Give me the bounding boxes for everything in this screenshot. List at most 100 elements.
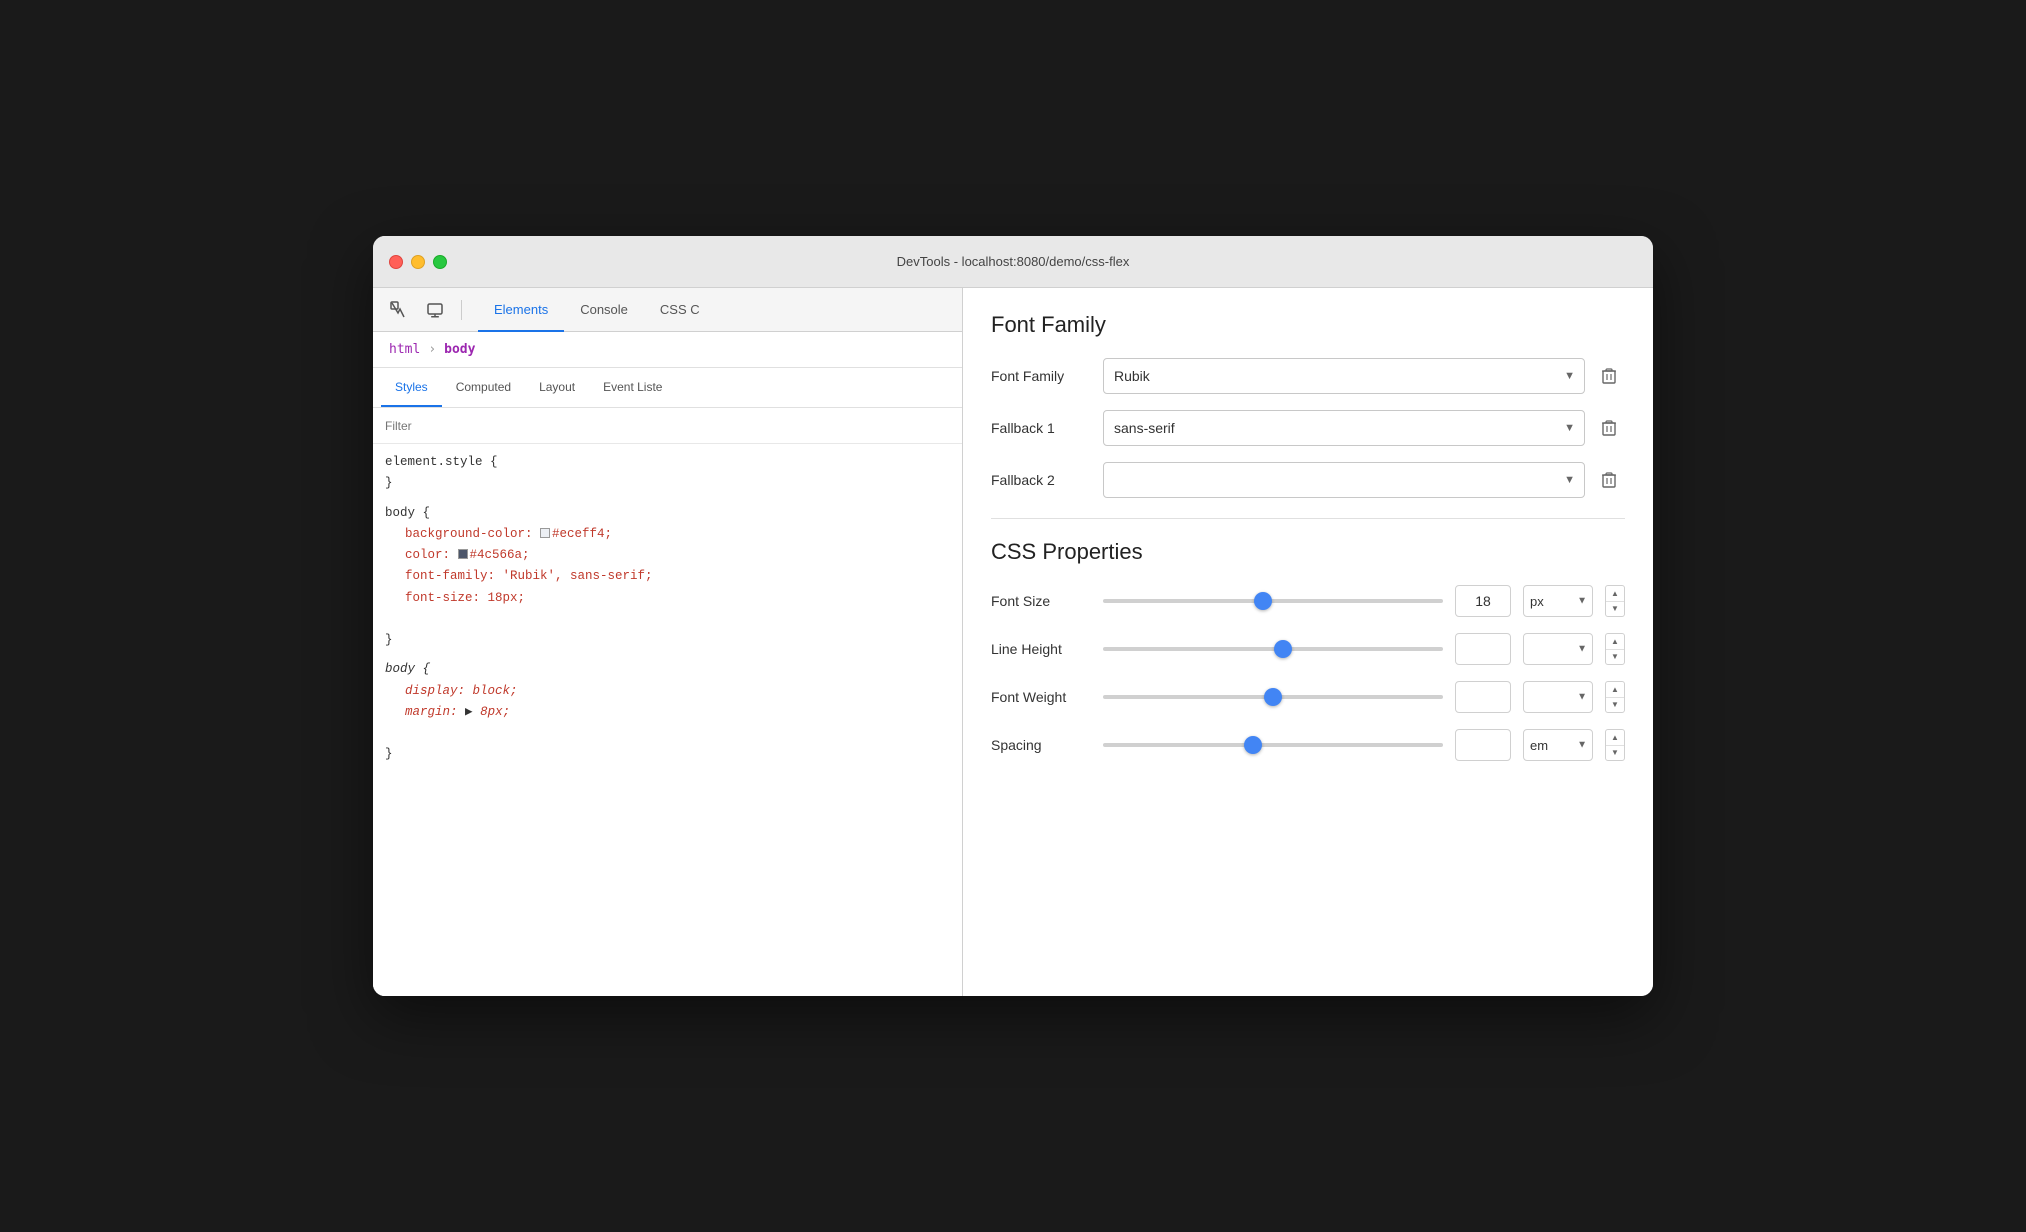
- left-panel: Elements Console CSS C html › body: [373, 288, 963, 996]
- spacing-stepper[interactable]: ▲ ▼: [1605, 729, 1625, 761]
- css-editor[interactable]: element.style { } body { background-colo…: [373, 444, 962, 996]
- spacing-slider[interactable]: [1103, 743, 1443, 747]
- css-value-color: #4c566a;: [470, 548, 530, 562]
- minimize-button[interactable]: [411, 255, 425, 269]
- spacing-row: Spacing em px rem ▼ ▲: [991, 729, 1625, 761]
- spacing-unit-select[interactable]: em px rem: [1523, 729, 1593, 761]
- fallback2-select[interactable]: sans-serif serif: [1103, 462, 1585, 498]
- font-weight-row: Font Weight 400 700 ▼ ▲: [991, 681, 1625, 713]
- traffic-lights: [389, 255, 447, 269]
- font-family-select[interactable]: Rubik Arial Georgia: [1103, 358, 1585, 394]
- inspector-icon[interactable]: [385, 296, 413, 324]
- font-size-increment-button[interactable]: ▲: [1606, 586, 1624, 602]
- color-swatch-color[interactable]: [458, 549, 468, 559]
- filter-bar: [373, 408, 962, 444]
- css-rule-element-style: element.style { }: [385, 452, 950, 495]
- font-family-delete-button[interactable]: [1593, 360, 1625, 392]
- line-height-input[interactable]: [1455, 633, 1511, 665]
- fallback1-select-container: sans-serif serif monospace ▼: [1103, 410, 1625, 446]
- font-family-select-wrapper: Rubik Arial Georgia ▼: [1103, 358, 1585, 394]
- color-swatch-bg[interactable]: [540, 528, 550, 538]
- line-height-slider[interactable]: [1103, 647, 1443, 651]
- section-divider: [991, 518, 1625, 519]
- right-panel: Font Family Font Family Rubik Arial Geor…: [963, 288, 1653, 996]
- css-prop-color: color: #4c566a;: [385, 545, 950, 566]
- font-size-thumb[interactable]: [1254, 592, 1272, 610]
- font-weight-decrement-button[interactable]: ▼: [1606, 698, 1624, 713]
- css-prop-font-family: font-family: 'Rubik', sans-serif;: [385, 566, 950, 587]
- breadcrumb-separator: ›: [428, 342, 436, 357]
- sub-tab-layout[interactable]: Layout: [525, 367, 589, 407]
- font-family-select-container: Rubik Arial Georgia ▼: [1103, 358, 1625, 394]
- font-family-label: Font Family: [991, 368, 1091, 384]
- tab-elements[interactable]: Elements: [478, 288, 564, 332]
- fallback2-label: Fallback 2: [991, 472, 1091, 488]
- css-close-brace2: }: [385, 633, 393, 647]
- tab-css[interactable]: CSS C: [644, 288, 716, 332]
- spacing-input[interactable]: [1455, 729, 1511, 761]
- line-height-decrement-button[interactable]: ▼: [1606, 650, 1624, 665]
- css-prop-font-size: font-size: 18px;: [385, 588, 950, 609]
- devtools-window: DevTools - localhost:8080/demo/css-flex: [373, 236, 1653, 996]
- line-height-increment-button[interactable]: ▲: [1606, 634, 1624, 650]
- css-prop-bg: background-color: #eceff4;: [385, 524, 950, 545]
- css-value-bg: #eceff4;: [552, 527, 612, 541]
- css-properties-section: CSS Properties Font Size px em rem %: [991, 539, 1625, 761]
- fallback2-row: Fallback 2 sans-serif serif ▼: [991, 462, 1625, 498]
- breadcrumb-html[interactable]: html: [389, 342, 420, 357]
- font-weight-slider[interactable]: [1103, 695, 1443, 699]
- font-weight-stepper[interactable]: ▲ ▼: [1605, 681, 1625, 713]
- line-height-unit-select[interactable]: px em: [1523, 633, 1593, 665]
- font-size-stepper[interactable]: ▲ ▼: [1605, 585, 1625, 617]
- font-family-title: Font Family: [991, 312, 1625, 338]
- titlebar: DevTools - localhost:8080/demo/css-flex: [373, 236, 1653, 288]
- font-weight-thumb[interactable]: [1264, 688, 1282, 706]
- font-weight-increment-button[interactable]: ▲: [1606, 682, 1624, 698]
- css-selector: element.style {: [385, 455, 498, 469]
- css-prop-display: display: block;: [385, 681, 950, 702]
- css-selector-italic: body {: [385, 662, 430, 676]
- toolbar-divider: [461, 300, 462, 320]
- font-size-label: Font Size: [991, 593, 1091, 609]
- fallback1-select[interactable]: sans-serif serif monospace: [1103, 410, 1585, 446]
- spacing-increment-button[interactable]: ▲: [1606, 730, 1624, 746]
- sub-tab-computed[interactable]: Computed: [442, 367, 525, 407]
- css-value-font-family: 'Rubik', sans-serif;: [503, 569, 653, 583]
- maximize-button[interactable]: [433, 255, 447, 269]
- sub-tab-styles[interactable]: Styles: [381, 367, 442, 407]
- line-height-stepper[interactable]: ▲ ▼: [1605, 633, 1625, 665]
- fallback2-select-container: sans-serif serif ▼: [1103, 462, 1625, 498]
- fallback1-delete-button[interactable]: [1593, 412, 1625, 444]
- spacing-thumb[interactable]: [1244, 736, 1262, 754]
- close-button[interactable]: [389, 255, 403, 269]
- css-selector-body: body {: [385, 506, 430, 520]
- fallback1-label: Fallback 1: [991, 420, 1091, 436]
- tab-console[interactable]: Console: [564, 288, 644, 332]
- line-height-thumb[interactable]: [1274, 640, 1292, 658]
- font-size-unit-select[interactable]: px em rem %: [1523, 585, 1593, 617]
- css-properties-title: CSS Properties: [991, 539, 1625, 565]
- breadcrumb: html › body: [373, 332, 962, 368]
- breadcrumb-body[interactable]: body: [444, 342, 475, 357]
- css-rule-body: body { background-color: #eceff4; color:…: [385, 503, 950, 652]
- window-title: DevTools - localhost:8080/demo/css-flex: [897, 254, 1130, 269]
- css-rule-body-inherited: body { display: block; margin: ▶ 8px; }: [385, 659, 950, 765]
- css-value-display: block;: [473, 684, 518, 698]
- font-size-decrement-button[interactable]: ▼: [1606, 602, 1624, 617]
- font-size-row: Font Size px em rem % ▼: [991, 585, 1625, 617]
- fallback2-delete-button[interactable]: [1593, 464, 1625, 496]
- font-weight-input[interactable]: [1455, 681, 1511, 713]
- spacing-decrement-button[interactable]: ▼: [1606, 746, 1624, 761]
- css-prop-margin: margin: ▶ 8px;: [385, 702, 950, 723]
- font-size-slider[interactable]: [1103, 599, 1443, 603]
- font-weight-unit-select[interactable]: 400 700: [1523, 681, 1593, 713]
- font-weight-label: Font Weight: [991, 689, 1091, 705]
- css-value-margin: 8px;: [480, 705, 510, 719]
- sub-tab-event-listeners[interactable]: Event Liste: [589, 367, 676, 407]
- margin-arrow[interactable]: ▶: [465, 705, 473, 719]
- sub-tabs: Styles Computed Layout Event Liste: [373, 368, 962, 408]
- fallback1-row: Fallback 1 sans-serif serif monospace ▼: [991, 410, 1625, 446]
- filter-input[interactable]: [385, 419, 950, 433]
- device-icon[interactable]: [421, 296, 449, 324]
- font-size-input[interactable]: [1455, 585, 1511, 617]
